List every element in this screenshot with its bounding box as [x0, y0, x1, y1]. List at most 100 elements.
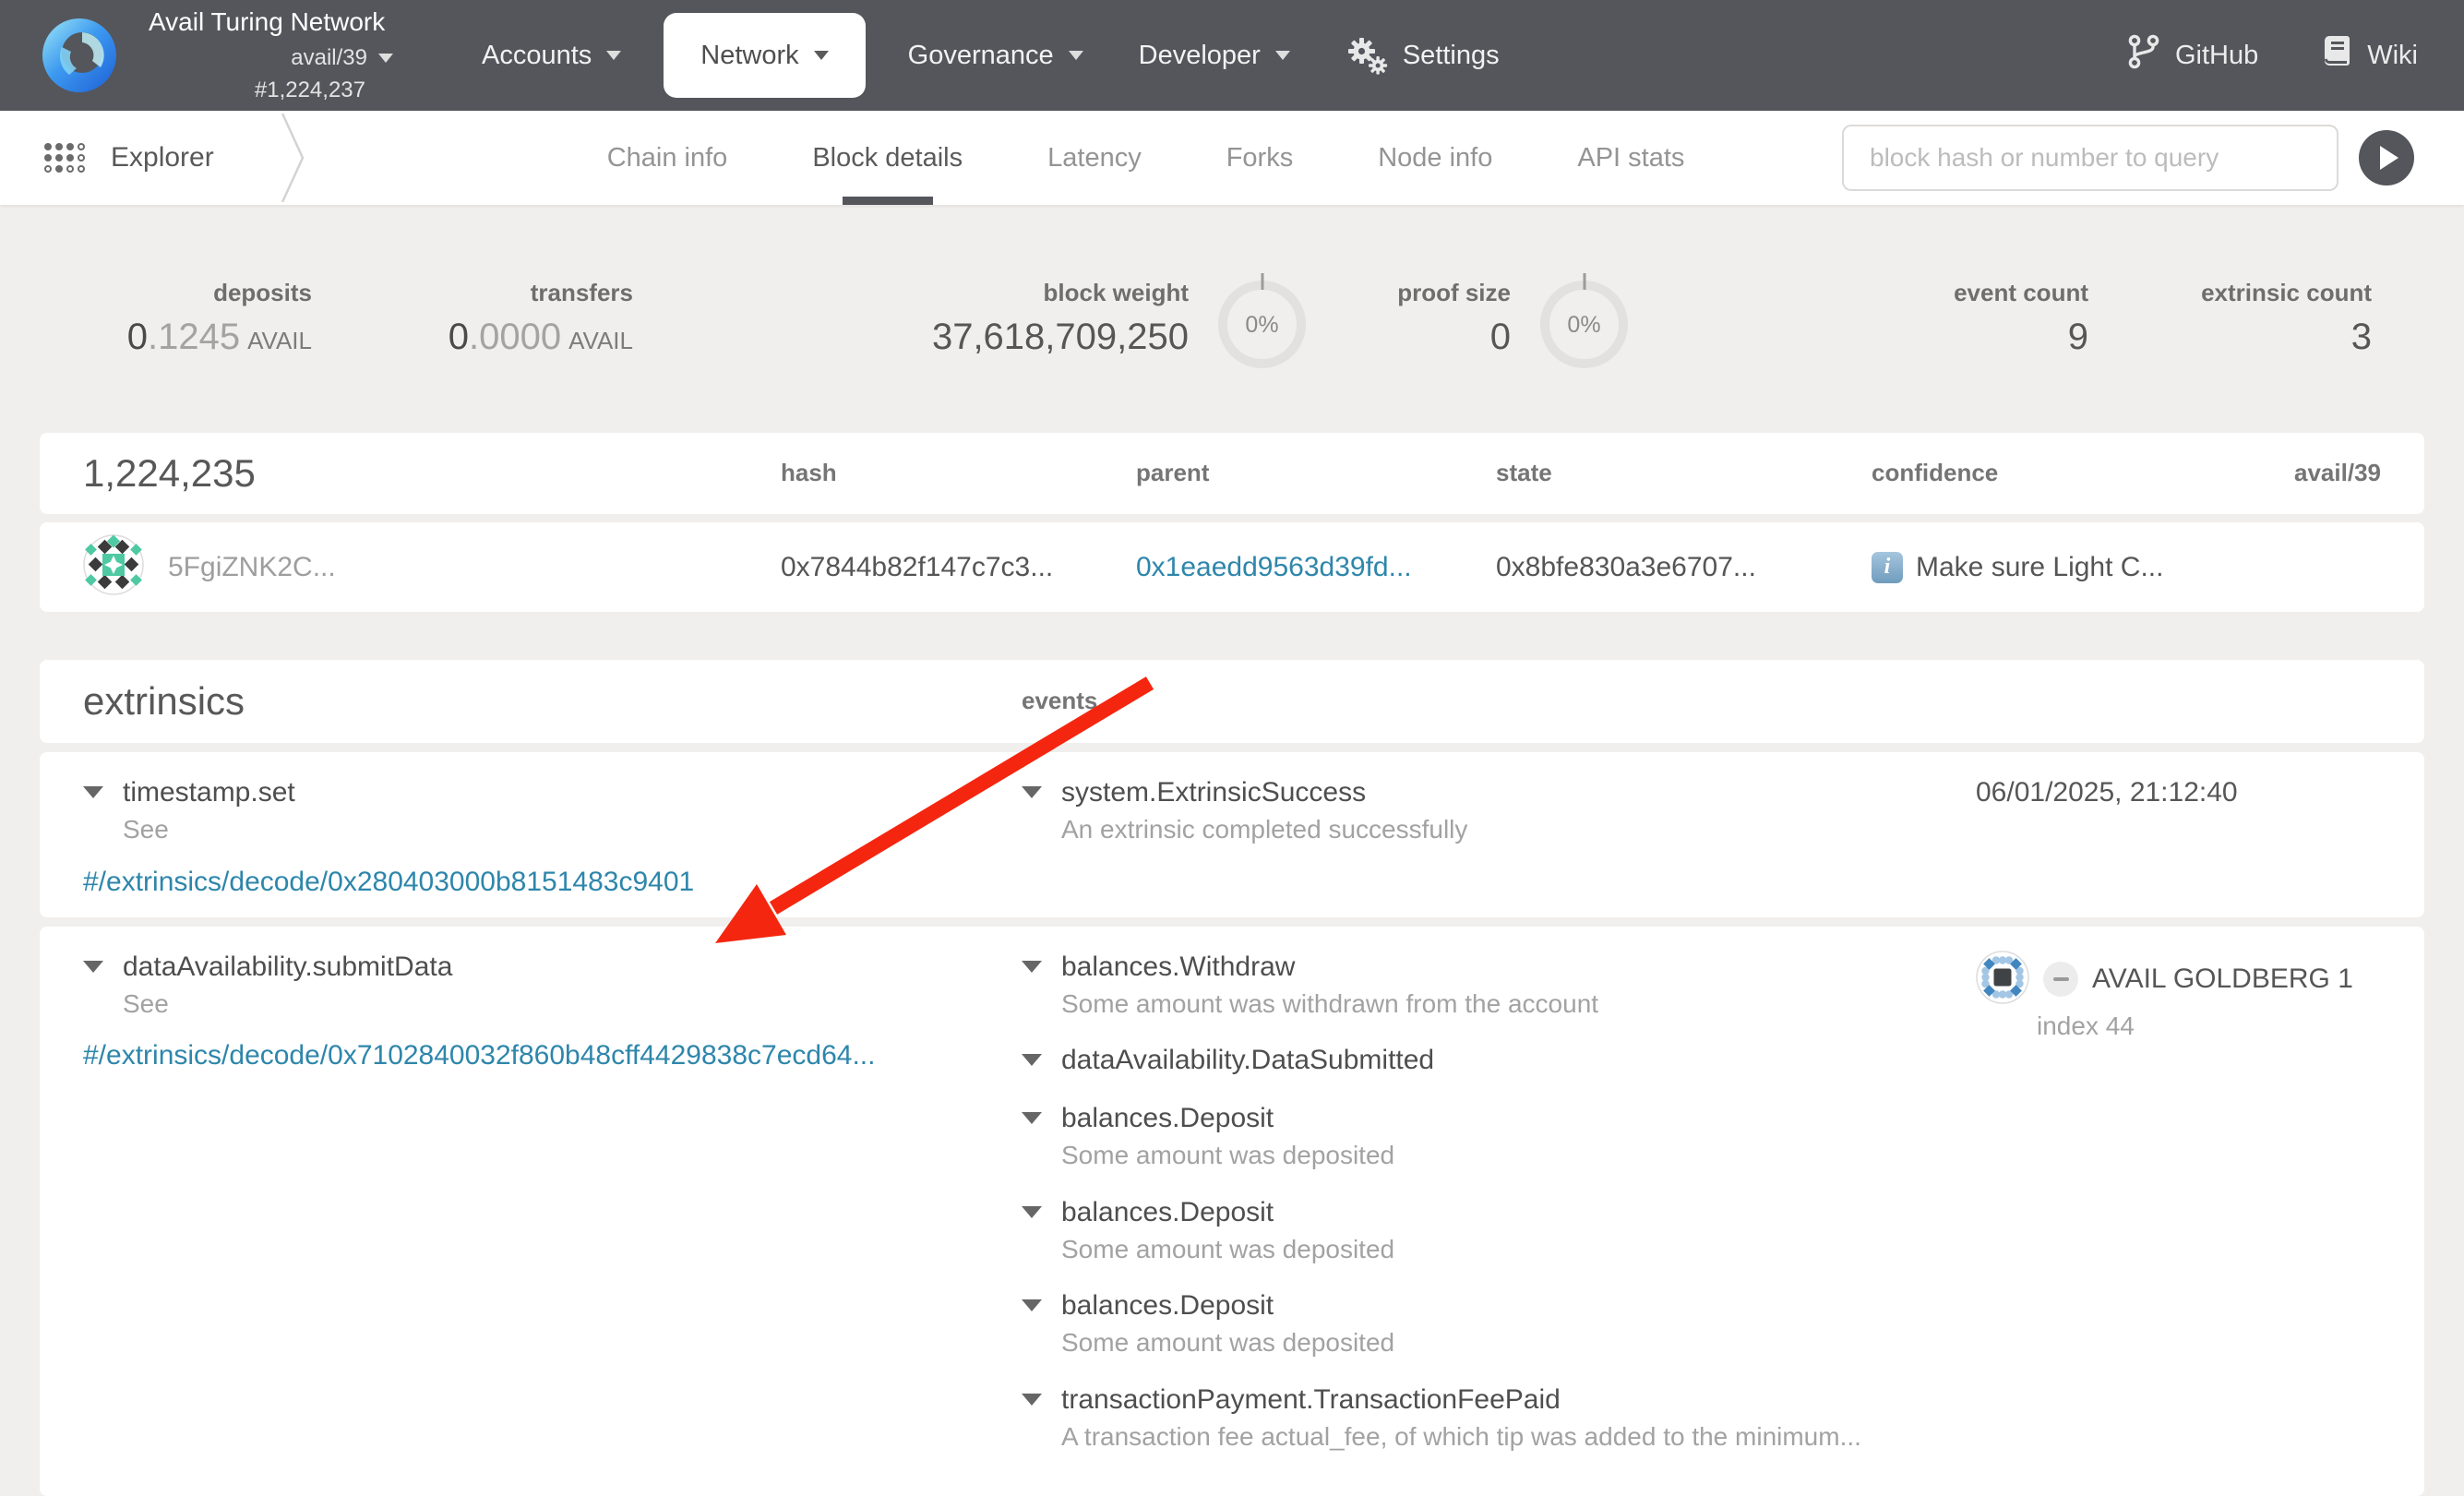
main-nav: Accounts Network Governance Developer — [454, 0, 1527, 111]
author-address-short: 5FgiZNK2C... — [168, 551, 336, 584]
author-identicon — [83, 534, 144, 600]
confidence-cell[interactable]: i Make sure Light C... — [1872, 551, 2381, 584]
confidence-text: Make sure Light C... — [1916, 551, 2163, 584]
state-root: 0x8bfe830a3e6707... — [1496, 551, 1872, 584]
expand-caret-icon[interactable] — [1022, 1299, 1042, 1311]
wiki-link[interactable]: Wiki — [2323, 33, 2418, 78]
extrinsic-cell: dataAvailability.submitData See #/extrin… — [83, 951, 1022, 1073]
wiki-label: Wiki — [2367, 40, 2418, 72]
stat-int: 0 — [449, 317, 469, 357]
stat-value: 0.1245AVAIL — [40, 315, 312, 359]
block-search-input[interactable] — [1842, 125, 2338, 191]
stat-label: transfers — [312, 279, 633, 307]
block-table-header: 1,224,235 hash parent state confidence a… — [40, 433, 2424, 514]
header-links: GitHub Wiki — [2127, 33, 2418, 78]
expand-caret-icon[interactable] — [1022, 1112, 1042, 1124]
stat-frac: .1245 — [148, 317, 240, 357]
tab-chain-info[interactable]: Chain info — [565, 111, 771, 205]
events-cell: system.ExtrinsicSuccess An extrinsic com… — [1022, 776, 1929, 870]
search-submit-button[interactable] — [2359, 130, 2414, 186]
extrinsic-row-timestamp: timestamp.set See #/extrinsics/decode/0x… — [40, 752, 2424, 917]
book-icon — [2323, 33, 2352, 78]
event-description: A transaction fee actual_fee, of which t… — [1061, 1421, 1861, 1453]
signer-account[interactable]: AVAIL GOLDBERG 1 — [1976, 951, 2381, 1009]
extrinsic-decode-link[interactable]: #/extrinsics/decode/0x7102840032f860b48c… — [83, 1039, 875, 1072]
stat-transfers: transfers 0.0000 AVAIL — [312, 279, 633, 359]
chevron-down-icon — [814, 51, 829, 60]
extrinsic-see: See — [123, 988, 452, 1020]
github-label: GitHub — [2175, 40, 2258, 72]
event-item: balances.Deposit Some amount was deposit… — [1022, 1289, 1929, 1358]
info-icon: i — [1872, 552, 1903, 583]
progress-percent: 0% — [1245, 311, 1278, 339]
stat-value: 9 — [1628, 315, 2088, 359]
nav-item-label: Accounts — [482, 40, 592, 72]
event-name: balances.Deposit — [1061, 1102, 1394, 1135]
chain-spec-label: avail/39 — [291, 45, 367, 72]
github-link[interactable]: GitHub — [2127, 33, 2258, 78]
nav-item-accounts[interactable]: Accounts — [454, 0, 649, 111]
event-description: Some amount was withdrawn from the accou… — [1061, 988, 1598, 1020]
avail-logo-icon — [42, 18, 117, 93]
column-header-spec: avail/39 — [2294, 459, 2381, 487]
block-author[interactable]: 5FgiZNK2C... — [83, 534, 781, 600]
stat-label: event count — [1628, 279, 2088, 307]
extrinsic-meta-cell: AVAIL GOLDBERG 1 index 44 — [1929, 951, 2381, 1042]
extrinsic-cell: timestamp.set See #/extrinsics/decode/0x… — [83, 776, 1022, 899]
nav-item-label: Governance — [908, 40, 1054, 72]
play-icon — [2380, 146, 2398, 170]
chain-spec-selector[interactable]: avail/39 — [149, 45, 393, 72]
chevron-down-icon — [378, 54, 393, 63]
parent-hash-link[interactable]: 0x1eaedd9563d39fd... — [1136, 551, 1496, 584]
extrinsics-section-header: extrinsics events — [40, 660, 2424, 743]
event-description: Some amount was deposited — [1061, 1327, 1394, 1358]
stat-label: deposits — [40, 279, 312, 307]
block-number: 1,224,235 — [83, 450, 781, 497]
tab-latency[interactable]: Latency — [1005, 111, 1184, 205]
expand-caret-icon[interactable] — [83, 961, 103, 973]
signer-name: AVAIL GOLDBERG 1 — [2092, 963, 2353, 996]
gears-icon — [1346, 36, 1388, 75]
stat-value: 0.0000 AVAIL — [312, 315, 633, 359]
breadcrumb-explorer[interactable]: Explorer — [0, 141, 214, 174]
extrinsic-method: timestamp.set — [123, 776, 295, 809]
stat-value: 0 — [1306, 315, 1511, 359]
tab-api-stats[interactable]: API stats — [1535, 111, 1727, 205]
tab-node-info[interactable]: Node info — [1335, 111, 1535, 205]
nav-item-developer[interactable]: Developer — [1111, 0, 1318, 111]
expand-caret-icon[interactable] — [83, 786, 103, 798]
block-search — [1842, 125, 2464, 191]
tab-forks[interactable]: Forks — [1184, 111, 1336, 205]
expand-caret-icon[interactable] — [1022, 961, 1042, 973]
block-table-row: 5FgiZNK2C... 0x7844b82f147c7c3... 0x1eae… — [40, 522, 2424, 612]
expand-caret-icon[interactable] — [1022, 1394, 1042, 1406]
expand-caret-icon[interactable] — [1022, 1054, 1042, 1066]
breadcrumb-divider — [274, 114, 311, 207]
expand-caret-icon[interactable] — [1022, 786, 1042, 798]
signer-index: index 44 — [2037, 1011, 2381, 1042]
network-brand: Avail Turing Network avail/39 #1,224,237 — [149, 6, 393, 103]
nav-item-settings[interactable]: Settings — [1318, 0, 1527, 111]
extrinsic-decode-link[interactable]: #/extrinsics/decode/0x280403000b8151483c… — [83, 866, 694, 899]
stat-label: proof size — [1306, 279, 1511, 307]
event-description: An extrinsic completed successfully — [1061, 814, 1467, 845]
expand-caret-icon[interactable] — [1022, 1206, 1042, 1218]
column-header-state: state — [1496, 459, 1872, 487]
nav-item-label: Network — [700, 40, 798, 72]
extrinsic-see: See — [123, 814, 295, 845]
stat-int: 0 — [127, 317, 148, 357]
event-item: balances.Deposit Some amount was deposit… — [1022, 1102, 1929, 1171]
nav-item-governance[interactable]: Governance — [880, 0, 1111, 111]
event-name: balances.Deposit — [1061, 1196, 1394, 1229]
block-hash: 0x7844b82f147c7c3... — [781, 551, 1136, 584]
stat-frac: .0000 — [469, 317, 561, 357]
extrinsic-row-submitdata: dataAvailability.submitData See #/extrin… — [40, 927, 2424, 1496]
event-name: balances.Withdraw — [1061, 951, 1598, 984]
minus-badge-icon — [2043, 962, 2078, 997]
block-weight-progress-ring: 0% — [1218, 281, 1306, 368]
nav-item-network-active[interactable]: Network — [664, 13, 865, 98]
stat-value: 37,618,709,250 — [633, 315, 1189, 359]
stat-unit: AVAIL — [568, 327, 633, 354]
event-item: transactionPayment.TransactionFeePaid A … — [1022, 1383, 1929, 1453]
tab-block-details[interactable]: Block details — [770, 111, 1005, 205]
